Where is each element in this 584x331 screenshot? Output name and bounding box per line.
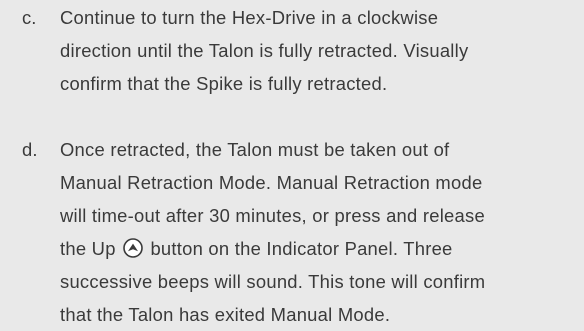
up-arrow-circle-icon bbox=[123, 238, 143, 258]
step-d-line-4: the Up button on the Indicator Panel. Th… bbox=[60, 232, 580, 265]
step-d-line-3: will time-out after 30 minutes, or press… bbox=[60, 205, 485, 226]
step-letter-d: d. bbox=[22, 139, 38, 160]
step-d-line-4-start: the Up bbox=[60, 238, 116, 259]
step-d-line-2: Manual Retraction Mode. Manual Retractio… bbox=[60, 172, 483, 193]
step-c-line-3: confirm that the Spike is fully retracte… bbox=[60, 73, 388, 94]
manual-page: c. Continue to turn the Hex-Drive in a c… bbox=[0, 0, 584, 330]
step-d-text: Once retracted, the Talon must be taken … bbox=[60, 133, 580, 331]
step-letter-c: c. bbox=[22, 7, 37, 28]
step-c-text: Continue to turn the Hex-Drive in a cloc… bbox=[60, 1, 580, 100]
step-d-line-5: successive beeps will sound. This tone w… bbox=[60, 271, 486, 292]
step-d-line-6: that the Talon has exited Manual Mode. bbox=[60, 304, 391, 325]
step-d-line-1: Once retracted, the Talon must be taken … bbox=[60, 139, 450, 160]
step-c-line-1: Continue to turn the Hex-Drive in a cloc… bbox=[60, 7, 439, 28]
step-c-line-2: direction until the Talon is fully retra… bbox=[60, 40, 469, 61]
step-d-line-4-end: button on the Indicator Panel. Three bbox=[150, 238, 453, 259]
